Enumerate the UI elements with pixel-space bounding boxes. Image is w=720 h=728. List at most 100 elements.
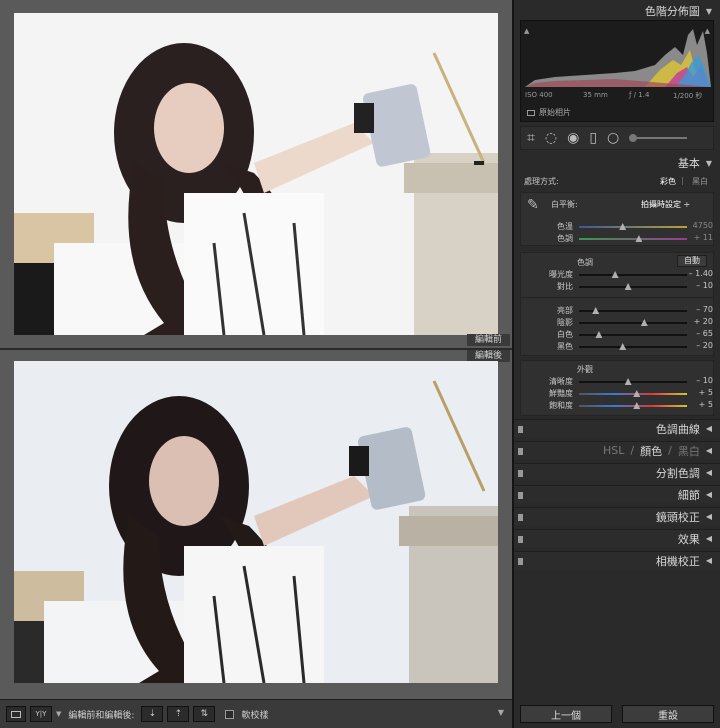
vibrance-slider[interactable]: 鮮豔度 + 5 (521, 388, 715, 400)
whites-slider[interactable]: 白色 – 65 (521, 329, 715, 341)
white-balance-group: ✎ 白平衡: 拍攝時設定 ÷ 色溫 4750 色調 + 11 (520, 192, 714, 246)
saturation-value: + 5 (698, 400, 713, 409)
clarity-slider[interactable]: 清晰度 – 10 (521, 376, 715, 388)
hsl-tab[interactable]: HSL (603, 444, 624, 457)
panel-switch-icon[interactable] (518, 514, 523, 521)
previous-button[interactable]: 上一個 (520, 705, 612, 723)
shadows-slider[interactable]: 陰影 + 20 (521, 317, 715, 329)
blacks-knob[interactable] (619, 343, 627, 350)
panel-switch-icon[interactable] (518, 448, 523, 455)
reset-button[interactable]: 重設 (622, 705, 714, 723)
temp-slider[interactable]: 色溫 4750 (521, 221, 715, 233)
panel-split-toning[interactable]: 分割色調 ◀ (514, 463, 720, 481)
exposure-track[interactable] (579, 271, 687, 278)
develop-panel: 色階分佈圖 ▼ ▲ ▲ ISO 400 35 mm ƒ / 1.4 1/200 … (512, 0, 720, 728)
copy-before-to-after-button[interactable]: ⇣ (141, 706, 164, 722)
shadows-knob[interactable] (640, 319, 648, 326)
swap-before-after-button[interactable]: ⇅ (193, 706, 216, 722)
photo-before[interactable] (14, 13, 498, 335)
vibrance-knob[interactable] (633, 390, 641, 397)
saturation-track[interactable] (579, 402, 687, 409)
split-toning-title: 分割色調 (655, 466, 700, 480)
crop-icon[interactable]: ⌗ (527, 130, 535, 146)
shadows-track[interactable] (579, 319, 687, 326)
panel-lens-corrections[interactable]: 鏡頭校正 ◀ (514, 507, 720, 525)
panel-switch-icon[interactable] (518, 558, 523, 565)
contrast-track[interactable] (579, 283, 687, 290)
original-photo-toggle[interactable]: 原始相片 (527, 107, 571, 118)
wb-dropdown[interactable]: 拍攝時設定 ÷ (641, 199, 690, 210)
loupe-view-button[interactable] (6, 706, 26, 722)
auto-button[interactable]: 自動 (677, 255, 707, 267)
histogram-graph (525, 29, 711, 87)
radial-filter-icon[interactable]: ○ (607, 130, 619, 146)
tint-track[interactable] (579, 235, 687, 242)
panel-effects[interactable]: 效果 ◀ (514, 529, 720, 547)
panel-switch-icon[interactable] (518, 470, 523, 477)
loupe-icon (11, 710, 21, 718)
whites-knob[interactable] (595, 331, 603, 338)
blacks-value: – 20 (696, 341, 713, 350)
graduated-filter-icon[interactable]: ▯ (589, 130, 597, 146)
clarity-value: – 10 (696, 376, 713, 385)
adjustment-brush-slider[interactable] (629, 134, 688, 142)
soft-proof-checkbox[interactable] (225, 709, 235, 719)
tint-value: + 11 (693, 233, 713, 242)
copy-after-to-before-button[interactable]: ⇡ (167, 706, 190, 722)
basic-header[interactable]: 基本 ▼ (514, 154, 720, 172)
clarity-track[interactable] (579, 378, 687, 385)
panel-switch-icon[interactable] (518, 492, 523, 499)
wb-label: 白平衡: (551, 200, 578, 209)
contrast-value: – 10 (696, 281, 713, 290)
temp-knob[interactable] (619, 223, 627, 230)
tone-title: 色調 (577, 258, 593, 267)
clarity-knob[interactable] (624, 378, 632, 385)
histogram-title: 色階分佈圖 (644, 5, 700, 18)
vibrance-track[interactable] (579, 390, 687, 397)
tone-group: 色調 自動 曝光度 – 1.40 對比 – 10 亮部 – 70 陰影 + 20… (520, 252, 714, 356)
panel-detail[interactable]: 細節 ◀ (514, 485, 720, 503)
photo-after[interactable] (14, 361, 498, 683)
eyedropper-icon[interactable]: ✎ (527, 197, 539, 213)
panel-tone-curve[interactable]: 色調曲線 ◀ (514, 419, 720, 437)
tone-divider (521, 297, 713, 298)
highlights-knob[interactable] (592, 307, 600, 314)
panel-switch-icon[interactable] (518, 426, 523, 433)
exposure-knob[interactable] (611, 271, 619, 278)
spot-removal-icon[interactable]: ◌ (545, 130, 557, 146)
color-tab[interactable]: 顏色 (640, 443, 662, 459)
contrast-knob[interactable] (624, 283, 632, 290)
basic-title: 基本 (677, 157, 700, 170)
histogram-header[interactable]: 色階分佈圖 ▼ (514, 2, 720, 20)
temp-track[interactable] (579, 223, 687, 230)
treatment-bw-option[interactable]: 黑白 (692, 176, 708, 187)
histogram[interactable]: ▲ ▲ ISO 400 35 mm ƒ / 1.4 1/200 秒 原始相片 (520, 20, 714, 122)
expand-triangle-icon: ◀ (705, 446, 712, 455)
expand-triangle-icon: ◀ (705, 512, 712, 521)
contrast-slider[interactable]: 對比 – 10 (521, 281, 715, 293)
whites-track[interactable] (579, 331, 687, 338)
view-mode-dropdown-icon[interactable]: ▼ (56, 710, 61, 718)
treatment-color-option[interactable]: 彩色 (660, 176, 676, 187)
original-photo-icon (527, 109, 535, 116)
panel-camera-calibration[interactable]: 相機校正 ◀ (514, 551, 720, 569)
blacks-slider[interactable]: 黑色 – 20 (521, 341, 715, 353)
highlights-slider[interactable]: 亮部 – 70 (521, 305, 715, 317)
blacks-track[interactable] (579, 343, 687, 350)
iso-readout: ISO 400 (525, 91, 553, 99)
original-photo-label: 原始相片 (539, 108, 571, 117)
lens-title: 鏡頭校正 (655, 510, 700, 524)
hsl-separator: / (630, 444, 635, 457)
tint-slider[interactable]: 色調 + 11 (521, 233, 715, 245)
panel-switch-icon[interactable] (518, 536, 523, 543)
saturation-slider[interactable]: 飽和度 + 5 (521, 400, 715, 412)
panel-hsl[interactable]: HSL / 顏色 / 黑白 ◀ (514, 441, 720, 459)
highlights-track[interactable] (579, 307, 687, 314)
tint-knob[interactable] (635, 235, 643, 242)
toolbar-menu-icon[interactable]: ▼ (498, 708, 504, 717)
bw-tab[interactable]: 黑白 (678, 443, 700, 459)
compare-view-button[interactable]: Y|Y (30, 706, 52, 722)
exposure-slider[interactable]: 曝光度 – 1.40 (521, 269, 715, 281)
red-eye-icon[interactable]: ◉ (567, 130, 579, 146)
saturation-knob[interactable] (633, 402, 641, 409)
